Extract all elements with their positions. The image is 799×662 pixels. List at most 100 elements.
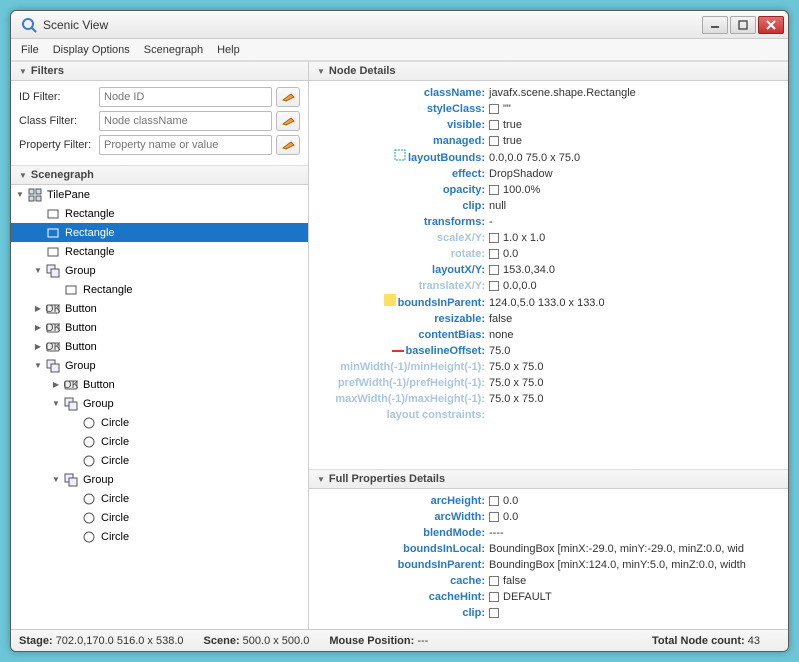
property-row: blendMode:---- (319, 525, 778, 541)
filters-header[interactable]: Filters (11, 61, 308, 81)
menu-help[interactable]: Help (217, 44, 240, 56)
tree-node-button[interactable]: ▶OK Button (11, 318, 308, 337)
nodecount-label: Total Node count: (652, 635, 745, 647)
property-key: className: (319, 85, 489, 101)
property-key: scaleX/Y: (319, 230, 489, 246)
menu-file[interactable]: File (21, 44, 39, 56)
property-value: none (489, 327, 513, 343)
tile-icon (28, 188, 42, 202)
tree-node-circle[interactable]: Circle (11, 489, 308, 508)
tree-node-circle[interactable]: Circle (11, 508, 308, 527)
property-value: 124.0,5.0 133.0 x 133.0 (489, 295, 605, 311)
disclosure-arrow-icon[interactable]: ▼ (51, 475, 61, 484)
tree-node-group[interactable]: ▼Group (11, 394, 308, 413)
property-row: effect:DropShadow (319, 166, 778, 182)
tree-node-label: Circle (101, 436, 129, 448)
property-value: 75.0 x 75.0 (489, 391, 543, 407)
property-key: blendMode: (319, 525, 489, 541)
property-key: clip: (319, 605, 489, 621)
node-details-panel: className:javafx.scene.shape.Rectanglest… (309, 81, 788, 469)
tree-node-rectangle[interactable]: Rectangle (11, 242, 308, 261)
tree-node-label: Rectangle (65, 208, 115, 220)
tree-node-circle[interactable]: Circle (11, 451, 308, 470)
property-row: cache:false (319, 573, 778, 589)
property-key: arcHeight: (319, 493, 489, 509)
mouse-value: --- (417, 635, 428, 647)
tree-node-circle[interactable]: Circle (11, 432, 308, 451)
tree-node-rectangle[interactable]: Rectangle (11, 223, 308, 242)
scenegraph-tree[interactable]: ▼TilePane Rectangle Rectangle Rectangle ▼ Gro… (11, 185, 308, 629)
property-row: resizable:false (319, 311, 778, 327)
tree-node-group[interactable]: ▼ Group (11, 470, 308, 489)
scene-label: Scene: (204, 635, 240, 647)
svg-text:OK: OK (46, 341, 60, 353)
property-filter-clear-button[interactable] (276, 135, 300, 155)
scene-value: 500.0 x 500.0 (243, 635, 310, 647)
tree-node-label: Button (65, 322, 97, 334)
tree-node-tilepane[interactable]: ▼TilePane (11, 185, 308, 204)
tree-node-circle[interactable]: Circle (11, 527, 308, 546)
node-details-header[interactable]: Node Details (309, 61, 788, 81)
property-row: minWidth(-1)/minHeight(-1):75.0 x 75.0 (319, 359, 778, 375)
minimize-button[interactable] (702, 16, 728, 34)
class-filter-label: Class Filter: (19, 115, 99, 127)
id-filter-input[interactable] (99, 87, 272, 107)
tree-node-rectangle[interactable]: Rectangle (11, 280, 308, 299)
window-title: Scenic View (43, 18, 702, 32)
id-filter-clear-button[interactable] (276, 87, 300, 107)
close-button[interactable] (758, 16, 784, 34)
tree-node-rectangle[interactable]: Rectangle (11, 204, 308, 223)
menu-scenegraph[interactable]: Scenegraph (144, 44, 203, 56)
property-value: DropShadow (489, 166, 553, 182)
disclosure-arrow-icon[interactable]: ▶ (33, 304, 43, 313)
tree-node-circle[interactable]: Circle (11, 413, 308, 432)
disclosure-arrow-icon[interactable]: ▼ (33, 361, 43, 370)
mouse-label: Mouse Position: (329, 635, 414, 647)
property-value: false (489, 573, 526, 589)
property-key: translateX/Y: (319, 278, 489, 294)
stage-label: Stage: (19, 635, 53, 647)
maximize-button[interactable] (730, 16, 756, 34)
property-row: layoutX/Y:153.0,34.0 (319, 262, 778, 278)
property-row: arcHeight:0.0 (319, 493, 778, 509)
tree-node-label: Circle (101, 512, 129, 524)
css-swatch-icon (489, 512, 499, 522)
css-swatch-icon (489, 120, 499, 130)
class-filter-clear-button[interactable] (276, 111, 300, 131)
tree-node-button[interactable]: ▶OKButton (11, 375, 308, 394)
property-value: 153.0,34.0 (489, 262, 555, 278)
ok-icon: OK (46, 321, 60, 335)
disclosure-arrow-icon[interactable]: ▶ (33, 323, 43, 332)
menu-display-options[interactable]: Display Options (53, 44, 130, 56)
titlebar[interactable]: Scenic View (11, 11, 788, 39)
statusbar: Stage: 702.0,170.0 516.0 x 538.0 Scene: … (11, 629, 788, 651)
property-value: BoundingBox [minX:124.0, minY:5.0, minZ:… (489, 557, 746, 573)
tree-node-button[interactable]: ▶OKButton (11, 299, 308, 318)
scenegraph-header[interactable]: Scenegraph (11, 165, 308, 185)
tree-node-label: Group (83, 474, 114, 486)
disclosure-arrow-icon[interactable]: ▶ (51, 380, 61, 389)
property-value: 75.0 (489, 343, 510, 359)
disclosure-arrow-icon[interactable]: ▼ (51, 399, 61, 408)
disclosure-arrow-icon[interactable]: ▼ (33, 266, 43, 275)
property-key: styleClass: (319, 101, 489, 117)
property-row: contentBias:none (319, 327, 778, 343)
property-row: clip: (319, 605, 778, 621)
group-icon (64, 473, 78, 487)
nodecount-value: 43 (748, 635, 760, 647)
disclosure-arrow-icon[interactable]: ▶ (33, 342, 43, 351)
tree-node-group[interactable]: ▼Group (11, 356, 308, 375)
disclosure-arrow-icon[interactable]: ▼ (15, 190, 25, 199)
menubar: File Display Options Scenegraph Help (11, 39, 788, 61)
tree-node-label: Rectangle (65, 227, 115, 239)
class-filter-input[interactable] (99, 111, 272, 131)
css-swatch-icon (489, 281, 499, 291)
tree-node-button[interactable]: ▶OKButton (11, 337, 308, 356)
css-swatch-icon (489, 496, 499, 506)
tree-node-group[interactable]: ▼Group (11, 261, 308, 280)
property-filter-input[interactable] (99, 135, 272, 155)
property-row: managed:true (319, 133, 778, 149)
tree-node-label: Circle (101, 531, 129, 543)
full-properties-header[interactable]: Full Properties Details (309, 469, 788, 489)
property-value (489, 608, 503, 618)
